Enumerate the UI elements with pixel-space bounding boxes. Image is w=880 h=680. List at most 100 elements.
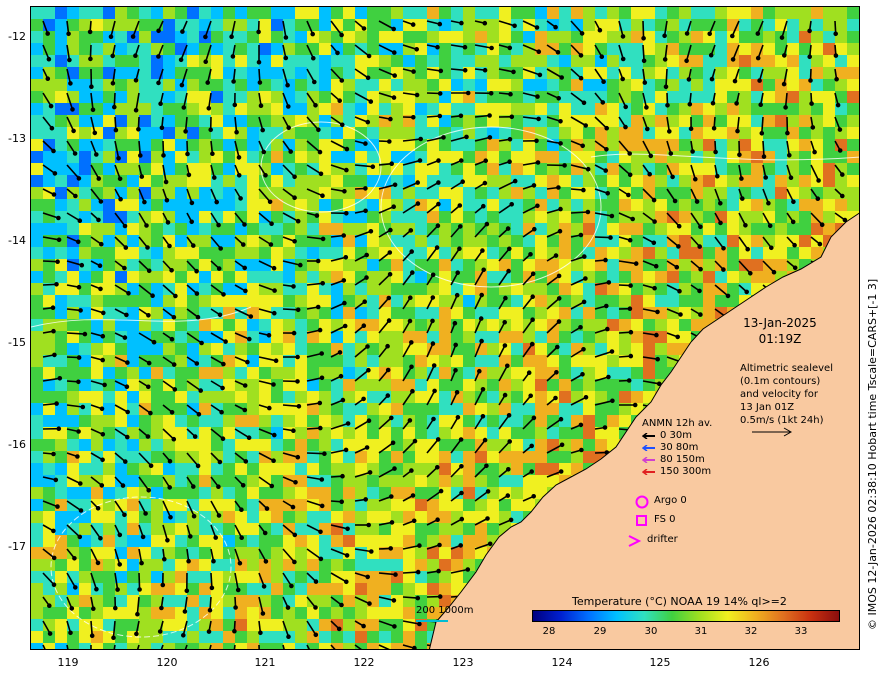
sst-cell xyxy=(439,259,451,271)
sst-cell xyxy=(499,103,511,115)
sst-cell xyxy=(655,127,667,139)
velocity-arrow-head xyxy=(508,91,513,97)
sst-map[interactable] xyxy=(31,7,860,650)
sst-cell xyxy=(367,211,379,223)
sst-cell xyxy=(319,127,331,139)
sst-cell xyxy=(283,163,295,175)
sst-cell xyxy=(319,247,331,259)
sst-cell xyxy=(403,583,415,595)
sst-cell xyxy=(859,139,860,151)
sst-cell xyxy=(643,43,655,55)
sst-cell xyxy=(607,19,619,31)
sst-cell xyxy=(295,31,307,43)
sst-cell xyxy=(511,307,523,319)
sst-cell xyxy=(703,7,715,19)
sst-cell xyxy=(127,595,139,607)
sst-cell xyxy=(427,307,439,319)
sst-cell xyxy=(343,643,355,649)
velocity-arrow-head xyxy=(205,80,210,85)
sst-cell xyxy=(79,463,91,475)
velocity-arrow-head xyxy=(125,434,130,440)
sst-cell xyxy=(451,475,463,487)
sst-cell xyxy=(787,67,799,79)
sst-cell xyxy=(343,547,355,559)
sst-cell xyxy=(619,223,631,235)
sst-cell xyxy=(259,511,271,523)
velocity-arrow-head xyxy=(603,257,608,263)
velocity-arrow-head xyxy=(555,50,561,55)
sst-cell xyxy=(31,307,43,319)
sst-cell xyxy=(139,451,151,463)
sst-cell xyxy=(739,55,751,67)
sst-cell xyxy=(211,571,223,583)
sst-cell xyxy=(547,355,559,367)
sst-cell xyxy=(151,439,163,451)
sst-cell xyxy=(307,631,319,643)
velocity-arrow-head xyxy=(70,107,75,112)
velocity-arrow-head xyxy=(98,286,103,292)
sst-cell xyxy=(55,559,67,571)
velocity-arrow-head xyxy=(837,127,843,132)
sst-cell xyxy=(631,319,643,331)
sst-cell xyxy=(679,187,691,199)
sst-cell xyxy=(271,247,283,259)
velocity-arrow-head xyxy=(76,176,82,181)
sst-cell xyxy=(379,379,391,391)
velocity-arrow-head xyxy=(76,239,81,245)
sst-cell xyxy=(199,547,211,559)
sst-cell xyxy=(139,67,151,79)
sst-cell xyxy=(271,283,283,295)
sst-cell xyxy=(367,451,379,463)
sst-cell xyxy=(91,91,103,103)
sst-cell xyxy=(295,559,307,571)
sst-cell xyxy=(367,391,379,403)
sst-cell xyxy=(415,451,427,463)
sst-cell xyxy=(187,91,199,103)
sst-cell xyxy=(703,223,715,235)
sst-cell xyxy=(583,43,595,55)
sst-cell xyxy=(199,523,211,535)
velocity-arrow-head xyxy=(627,172,633,178)
sst-cell xyxy=(691,79,703,91)
velocity-arrow-head xyxy=(56,237,62,243)
sst-cell xyxy=(319,307,331,319)
sst-cell xyxy=(343,511,355,523)
velocity-arrow xyxy=(66,332,85,335)
velocity-arrow-head xyxy=(535,203,540,209)
sst-cell xyxy=(283,511,295,523)
sst-cell xyxy=(235,31,247,43)
velocity-arrow-head xyxy=(310,31,316,37)
sst-cell xyxy=(295,247,307,259)
sst-cell xyxy=(415,355,427,367)
sst-cell xyxy=(643,19,655,31)
sst-cell xyxy=(127,163,139,175)
velocity-arrow-head xyxy=(755,55,761,61)
sst-cell xyxy=(55,115,67,127)
map-frame[interactable] xyxy=(30,6,860,650)
sst-cell xyxy=(607,139,619,151)
sst-cell xyxy=(43,535,55,547)
sst-cell xyxy=(379,79,391,91)
velocity-arrow-head xyxy=(815,196,821,201)
sst-cell xyxy=(859,187,860,199)
sst-cell xyxy=(55,607,67,619)
velocity-arrow-head xyxy=(221,292,226,297)
sst-cell xyxy=(403,79,415,91)
sst-cell xyxy=(859,223,860,235)
sst-cell xyxy=(655,283,667,295)
sst-cell xyxy=(271,43,283,55)
velocity-arrow-head xyxy=(464,134,469,140)
velocity-arrow-head xyxy=(626,192,631,198)
sst-cell xyxy=(223,367,235,379)
sst-cell xyxy=(247,631,259,643)
sst-cell xyxy=(487,175,499,187)
velocity-arrow-head xyxy=(72,151,78,156)
sst-cell xyxy=(223,511,235,523)
sst-cell xyxy=(787,19,799,31)
sst-cell xyxy=(523,283,535,295)
sst-cell xyxy=(631,295,643,307)
sst-cell xyxy=(643,223,655,235)
sst-cell xyxy=(523,259,535,271)
sst-cell xyxy=(787,103,799,115)
sst-cell xyxy=(31,139,43,151)
